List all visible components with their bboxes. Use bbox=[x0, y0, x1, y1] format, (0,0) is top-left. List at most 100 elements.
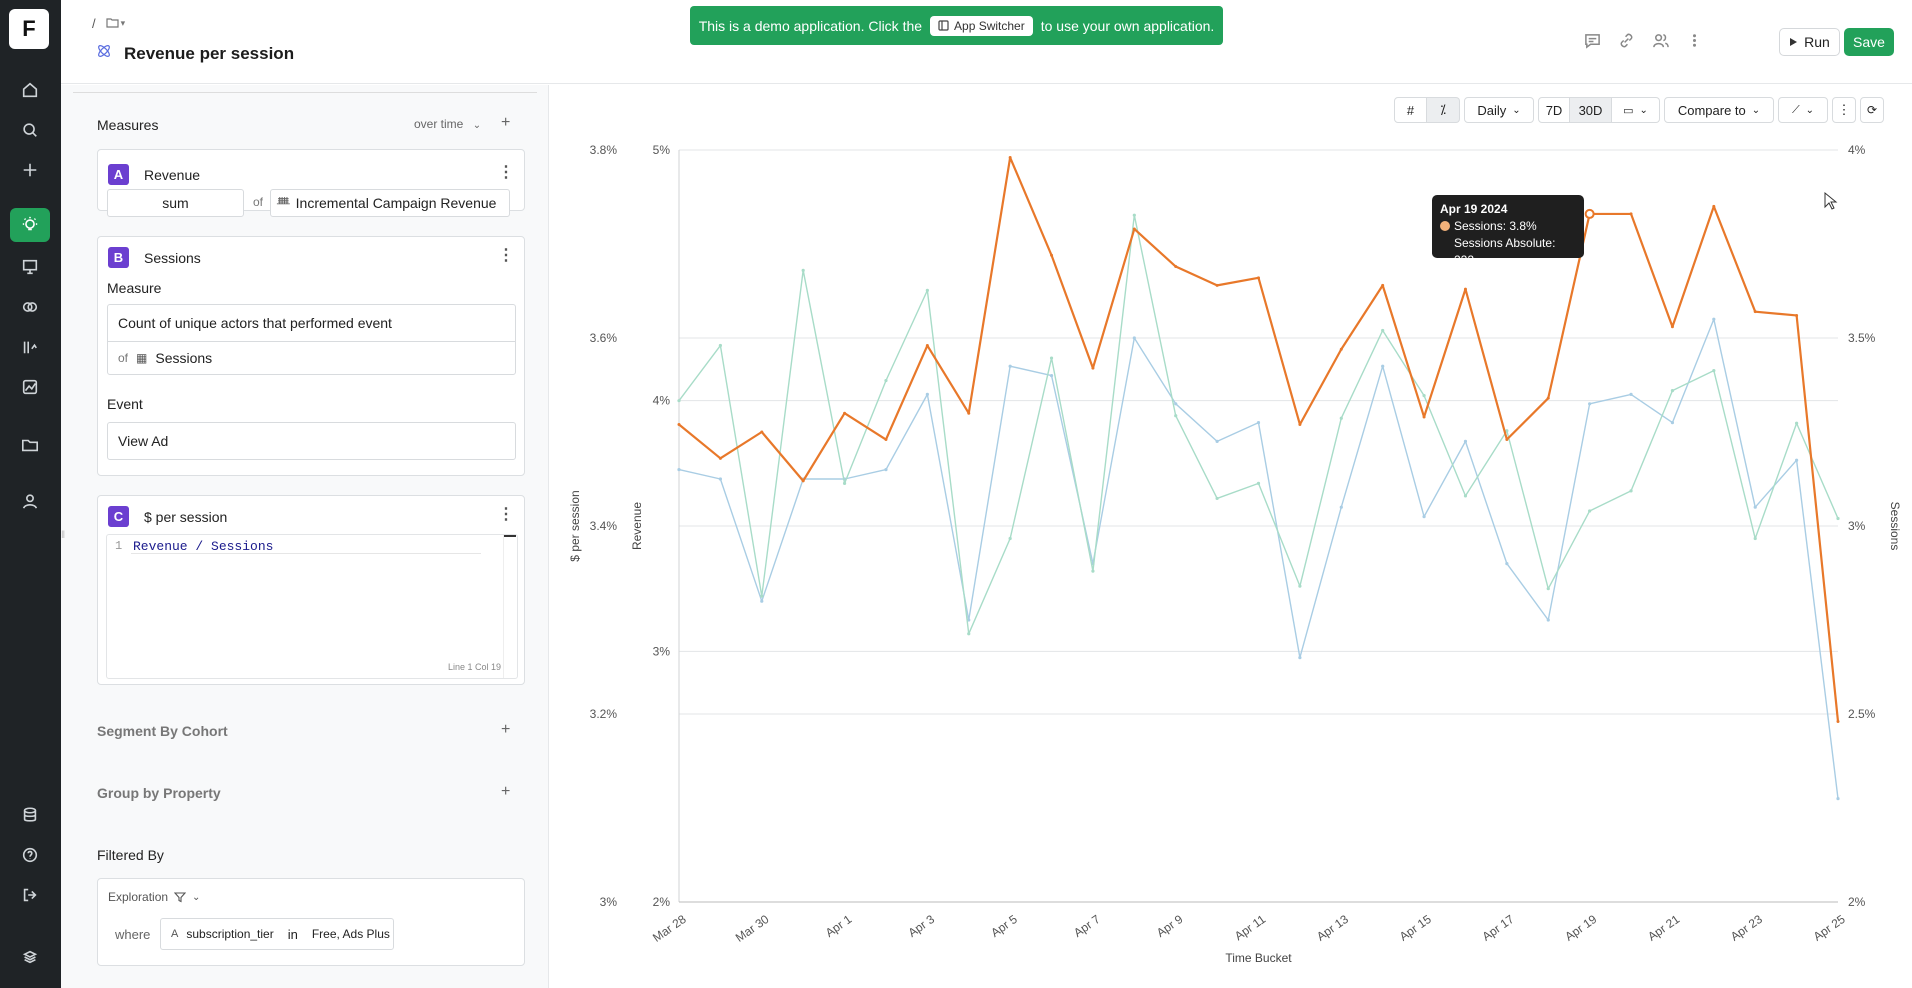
metrics-icon[interactable] bbox=[10, 330, 50, 364]
data-point bbox=[718, 477, 722, 481]
editor-scrollbar[interactable] bbox=[503, 535, 516, 678]
search-icon[interactable] bbox=[10, 113, 50, 147]
filter-clause[interactable]: A subscription_tier in Free, Ads Plus bbox=[160, 918, 394, 950]
measure-type-select[interactable]: Count of unique actors that performed ev… bbox=[107, 304, 516, 342]
y-tick-label: 4% bbox=[653, 394, 671, 408]
data-point bbox=[1381, 283, 1385, 287]
database-icon[interactable] bbox=[10, 798, 50, 832]
data-point bbox=[677, 399, 681, 403]
segment-by-cohort-heading[interactable]: Segment By Cohort bbox=[97, 723, 228, 739]
filter-property: subscription_tier bbox=[186, 927, 274, 941]
brand-icon[interactable] bbox=[10, 940, 50, 974]
data-point bbox=[925, 392, 929, 396]
more-vertical-icon[interactable]: ⋮ bbox=[498, 504, 514, 524]
y-axis-title-revenue: Revenue bbox=[630, 502, 644, 550]
data-point bbox=[1339, 505, 1343, 509]
y-tick-label: 2% bbox=[1848, 895, 1866, 909]
measure-type-label: Measure bbox=[107, 280, 162, 296]
data-point bbox=[1008, 156, 1012, 160]
field-select[interactable]: ᚙ Incremental Campaign Revenue bbox=[270, 189, 510, 217]
group-by-property-heading[interactable]: Group by Property bbox=[97, 785, 221, 801]
run-label: Run bbox=[1804, 34, 1830, 50]
title-text: Revenue per session bbox=[124, 43, 295, 63]
data-point bbox=[1174, 265, 1178, 269]
measure-name[interactable]: Revenue bbox=[144, 167, 200, 183]
measure-of-value: Sessions bbox=[155, 350, 213, 366]
x-tick-label: Apr 21 bbox=[1645, 912, 1682, 944]
x-tick-label: Apr 17 bbox=[1480, 912, 1517, 944]
data-point bbox=[1132, 336, 1136, 340]
tooltip-sessions: Sessions: 3.8% bbox=[1454, 219, 1537, 233]
event-label: Event bbox=[107, 396, 143, 412]
data-point bbox=[1215, 439, 1219, 443]
panel-divider bbox=[73, 85, 537, 93]
text-type-icon: A bbox=[171, 928, 179, 940]
panel-resize-handle[interactable]: ‖ bbox=[61, 530, 67, 544]
aggregation-select[interactable]: sum bbox=[107, 189, 244, 217]
data-point bbox=[1049, 356, 1054, 360]
data-point bbox=[1257, 276, 1260, 280]
data-point bbox=[1215, 283, 1219, 287]
y-tick-label: 5% bbox=[653, 143, 671, 157]
chart-icon[interactable] bbox=[10, 370, 50, 404]
user-icon[interactable] bbox=[10, 484, 50, 518]
measure-name[interactable]: $ per session bbox=[144, 509, 227, 525]
app-logo[interactable]: F bbox=[9, 9, 49, 49]
data-point bbox=[843, 411, 847, 415]
presentation-icon[interactable] bbox=[10, 250, 50, 284]
data-point bbox=[1546, 618, 1550, 622]
data-point bbox=[760, 594, 764, 598]
data-point bbox=[1712, 204, 1716, 208]
measure-badge: B bbox=[108, 247, 129, 268]
data-point bbox=[884, 379, 888, 383]
formula-text: Revenue / Sessions bbox=[133, 539, 274, 554]
add-measure-button[interactable]: + bbox=[501, 114, 510, 132]
tooltip-date: Apr 19 2024 bbox=[1440, 202, 1508, 216]
add-segment-button[interactable]: + bbox=[501, 721, 510, 739]
app-switcher-chip[interactable]: App Switcher bbox=[930, 15, 1033, 36]
data-point bbox=[1505, 562, 1509, 566]
breadcrumb-separator: / bbox=[92, 16, 96, 31]
segments-icon[interactable] bbox=[10, 290, 50, 324]
folder-icon[interactable] bbox=[10, 428, 50, 462]
bulb-icon[interactable] bbox=[10, 208, 50, 242]
add-group-button[interactable]: + bbox=[501, 783, 510, 801]
data-point bbox=[1339, 347, 1343, 351]
data-point bbox=[677, 468, 681, 472]
data-point bbox=[884, 438, 888, 442]
data-point bbox=[967, 632, 971, 636]
data-point bbox=[1008, 364, 1012, 368]
measure-of-select[interactable]: of ▦ Sessions bbox=[107, 341, 516, 375]
plus-icon[interactable] bbox=[10, 153, 50, 187]
measures-mode-dropdown[interactable]: over time ⌄ bbox=[414, 117, 481, 131]
logout-icon[interactable] bbox=[10, 878, 50, 912]
data-point bbox=[718, 343, 722, 348]
run-button[interactable]: Run bbox=[1779, 28, 1840, 56]
data-point bbox=[1463, 494, 1468, 498]
filter-scope-dropdown[interactable]: Exploration ⌄ bbox=[108, 890, 200, 904]
home-icon[interactable] bbox=[10, 73, 50, 107]
y-tick-label: 2% bbox=[653, 895, 671, 909]
data-point bbox=[1712, 317, 1716, 321]
more-vertical-icon[interactable] bbox=[1684, 30, 1704, 50]
line-chart[interactable]: 3% 3.2% 3.4% 3.6% 3.8% 2% 3% 4% 5% 2% 2.5% 3% 3.5% 4%… bbox=[550, 85, 1912, 988]
chevron-down-icon: ⌄ bbox=[472, 120, 482, 131]
data-point bbox=[1588, 402, 1592, 406]
measure-name[interactable]: Sessions bbox=[144, 250, 201, 266]
formula-editor[interactable]: 1 Revenue / Sessions Line 1 Col 19 bbox=[106, 534, 518, 679]
window-icon bbox=[938, 20, 949, 31]
event-select[interactable]: View Ad bbox=[107, 422, 516, 460]
chevron-down-icon[interactable]: ▾ bbox=[121, 18, 126, 29]
comment-icon[interactable] bbox=[1582, 30, 1602, 50]
save-button[interactable]: Save bbox=[1844, 28, 1894, 56]
where-label: where bbox=[115, 927, 151, 942]
share-users-icon[interactable] bbox=[1650, 30, 1670, 50]
more-vertical-icon[interactable]: ⋮ bbox=[498, 162, 514, 182]
folder-icon[interactable] bbox=[106, 16, 119, 31]
link-icon[interactable] bbox=[1616, 30, 1636, 50]
series-line--per-session bbox=[678, 318, 1839, 799]
y-tick-label: 3% bbox=[653, 644, 671, 658]
help-icon[interactable] bbox=[10, 838, 50, 872]
data-point bbox=[1422, 415, 1426, 419]
more-vertical-icon[interactable]: ⋮ bbox=[498, 245, 514, 265]
